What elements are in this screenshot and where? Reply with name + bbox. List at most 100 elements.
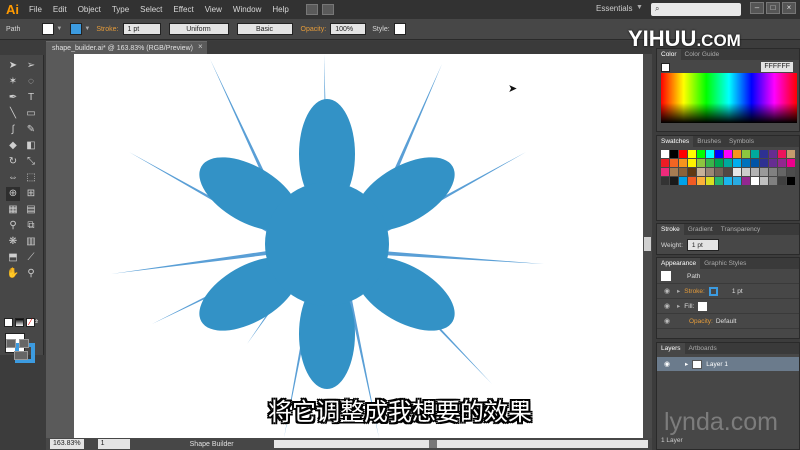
maximize-button[interactable]: □ [766,2,780,14]
bridge-icon[interactable] [305,4,318,15]
column-graph-icon[interactable]: ▥ [24,235,38,249]
swatch[interactable] [724,168,732,176]
swatch[interactable] [697,159,705,167]
swatch[interactable] [670,150,678,158]
fill-swatch[interactable] [698,301,708,311]
swatch[interactable] [742,168,750,176]
stroke-weight-field[interactable]: 1 pt [122,23,161,35]
swatch[interactable] [769,177,777,185]
draw-normal-button[interactable] [6,339,16,348]
hex-input[interactable]: FFFFFF [761,62,793,72]
eye-icon[interactable]: ◉ [661,317,673,325]
vertical-scroll-thumb[interactable] [644,237,651,251]
appearance-fill-row[interactable]: ◉ ▸ Fill: [657,299,799,314]
shape-builder-icon[interactable]: ⊕ [6,187,20,201]
swatch[interactable] [697,168,705,176]
color-mode-button[interactable] [4,318,13,327]
gradient-mode-button[interactable] [15,318,24,327]
style-swatch[interactable] [393,23,406,35]
swatch[interactable] [715,159,723,167]
close-icon[interactable]: × [198,42,203,51]
eye-icon[interactable]: ◉ [661,360,673,368]
line-tool-icon[interactable]: ╲ [6,107,20,121]
swatch[interactable] [787,177,795,185]
tab-gradient[interactable]: Gradient [684,226,717,233]
paintbrush-icon[interactable]: ∫ [6,123,20,137]
symbol-sprayer-icon[interactable]: ❋ [6,235,20,249]
swatch[interactable] [679,159,687,167]
swatch[interactable] [742,150,750,158]
tab-layers[interactable]: Layers [657,343,685,354]
pencil-icon[interactable]: ✎ [24,123,38,137]
swatch[interactable] [724,159,732,167]
menu-view[interactable]: View [205,5,222,14]
tab-swatches[interactable]: Swatches [657,136,694,147]
layer-row[interactable]: ◉ ▸ Layer 1 [657,357,799,371]
minimize-button[interactable]: – [750,2,764,14]
slice-tool-icon[interactable]: ⟋ [24,251,38,265]
menu-object[interactable]: Object [78,5,101,14]
fill-swatch[interactable] [42,23,55,35]
swatch[interactable] [760,159,768,167]
gradient-tool-icon[interactable]: ▤ [24,203,38,217]
pen-tool-icon[interactable]: ✒ [6,91,20,105]
swatch[interactable] [760,177,768,185]
tab-artboards[interactable]: Artboards [685,345,721,352]
chevron-down-icon[interactable]: ▼ [84,26,90,32]
appearance-stroke-label[interactable]: Stroke: [684,288,705,295]
swatch[interactable] [778,159,786,167]
rotate-tool-icon[interactable]: ↻ [6,155,20,169]
stroke-label[interactable]: Stroke: [96,26,118,33]
mesh-tool-icon[interactable]: ▦ [6,203,20,217]
swatch[interactable] [760,150,768,158]
swatch[interactable] [760,168,768,176]
scale-tool-icon[interactable]: ⤡ [24,155,38,169]
swatch[interactable] [661,177,669,185]
direct-selection-tool-icon[interactable]: ➢ [24,59,38,73]
workspace-switcher[interactable]: Essentials [596,4,632,13]
stroke-profile-dropdown[interactable]: Uniform [168,23,229,35]
swatch[interactable] [715,177,723,185]
swatch[interactable] [697,177,705,185]
swatch[interactable] [670,177,678,185]
swatch[interactable] [751,168,759,176]
swatch[interactable] [661,168,669,176]
swatch[interactable] [742,159,750,167]
none-mode-button[interactable]: ⁄ [26,318,35,327]
swatch[interactable] [688,177,696,185]
swatch[interactable] [706,159,714,167]
hand-tool-icon[interactable]: ✋ [6,267,20,281]
swatch[interactable] [787,159,795,167]
layer-name[interactable]: Layer 1 [706,361,728,368]
stroke-swatch[interactable] [70,23,83,35]
menu-type[interactable]: Type [112,5,129,14]
brush-dropdown[interactable]: Basic [236,23,293,35]
swatch[interactable] [769,150,777,158]
chevron-down-icon[interactable]: ▼ [56,26,62,32]
appearance-stroke-value[interactable]: 1 pt [732,288,743,295]
swatch[interactable] [751,159,759,167]
swatch[interactable] [733,159,741,167]
tab-color-guide[interactable]: Color Guide [681,51,724,58]
flower-artwork[interactable] [74,54,644,438]
swatch[interactable] [706,168,714,176]
swatch[interactable] [679,168,687,176]
stroke-swatch[interactable] [708,286,718,296]
zoom-field[interactable]: 163.83% [50,439,84,449]
artboard-tool-icon[interactable]: ⬒ [6,251,20,265]
draw-behind-button[interactable] [19,339,29,348]
swatch[interactable] [751,177,759,185]
zoom-tool-icon[interactable]: ⚲ [24,267,38,281]
tab-graphic-styles[interactable]: Graphic Styles [700,260,750,267]
artboard[interactable] [74,54,644,438]
swatch[interactable] [778,150,786,158]
swatch[interactable] [688,168,696,176]
menu-select[interactable]: Select [140,5,162,14]
selection-tool-icon[interactable]: ➤ [6,59,20,73]
type-tool-icon[interactable]: T [24,91,38,105]
color-spectrum[interactable] [661,73,797,123]
swatch[interactable] [688,159,696,167]
menu-file[interactable]: File [29,5,42,14]
swatch[interactable] [706,177,714,185]
swatch[interactable] [778,177,786,185]
